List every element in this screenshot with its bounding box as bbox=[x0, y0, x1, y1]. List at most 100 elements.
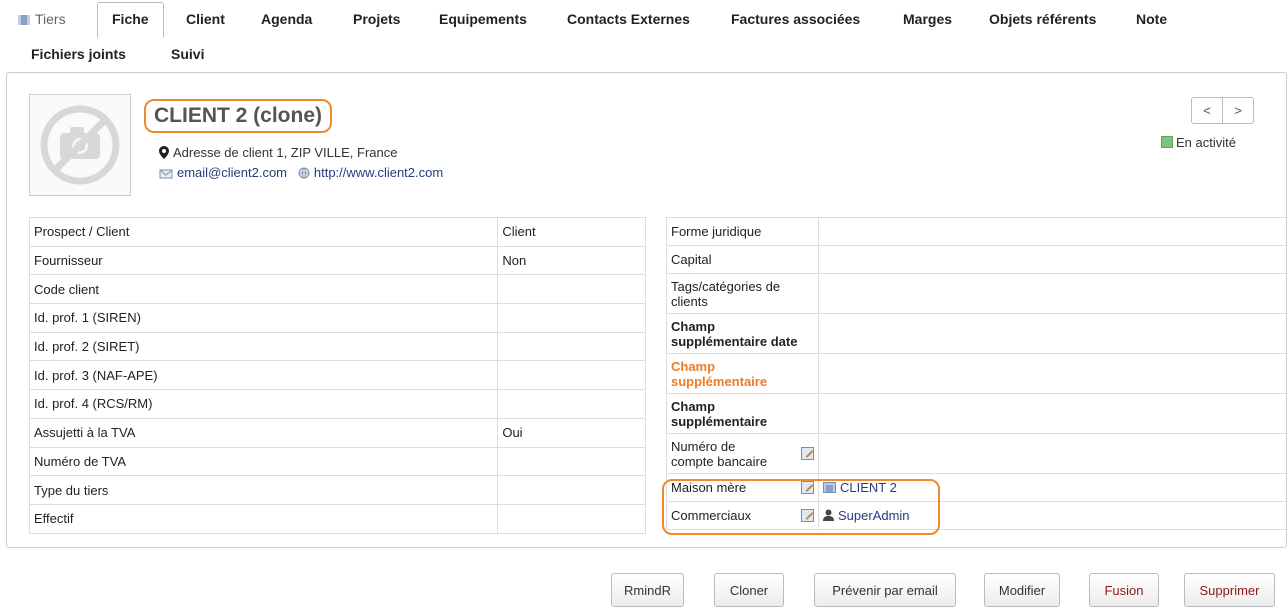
right-fields-table: Forme juridique Capital Tags/catégories … bbox=[666, 217, 1287, 530]
sales-rep-link[interactable]: SuperAdmin bbox=[838, 508, 910, 523]
field-value bbox=[497, 503, 646, 534]
field-label: Prospect / Client bbox=[28, 217, 499, 247]
email-link[interactable]: email@client2.com bbox=[177, 165, 287, 180]
contact-line: email@client2.com http://www.client2.com bbox=[159, 165, 443, 181]
company-photo[interactable] bbox=[29, 94, 131, 196]
table-row: Champ supplémentaire bbox=[666, 353, 1287, 394]
website-link[interactable]: http://www.client2.com bbox=[314, 165, 443, 180]
table-row: Capital bbox=[666, 245, 1287, 274]
field-value: CLIENT 2 bbox=[818, 473, 1287, 502]
field-label: Effectif bbox=[28, 503, 499, 534]
status-active-icon bbox=[1161, 136, 1173, 148]
company-icon bbox=[823, 481, 836, 496]
table-row: Effectif bbox=[28, 503, 646, 534]
table-row: Id. prof. 2 (SIRET) bbox=[28, 331, 646, 362]
tab-marges[interactable]: Marges bbox=[903, 11, 952, 27]
field-label: Champ supplémentaire bbox=[666, 353, 819, 394]
field-label: Id. prof. 4 (RCS/RM) bbox=[28, 389, 499, 419]
edit-icon[interactable] bbox=[801, 509, 814, 522]
action-bar: RmindR Cloner Prévenir par email Modifie… bbox=[0, 573, 1287, 608]
tab-factures-associees[interactable]: Factures associées bbox=[731, 11, 860, 27]
table-row: Fournisseur Non bbox=[28, 245, 646, 276]
no-photo-icon bbox=[40, 105, 120, 185]
table-row: Prospect / Client Client bbox=[28, 217, 646, 247]
map-pin-icon bbox=[159, 146, 169, 159]
table-row: Id. prof. 3 (NAF-APE) bbox=[28, 360, 646, 391]
table-row: Tags/catégories de clients bbox=[666, 273, 1287, 314]
tab-client[interactable]: Client bbox=[186, 11, 225, 27]
email-icon bbox=[159, 169, 173, 179]
field-value bbox=[818, 313, 1287, 354]
table-row: Id. prof. 1 (SIREN) bbox=[28, 303, 646, 333]
table-row: Id. prof. 4 (RCS/RM) bbox=[28, 389, 646, 419]
field-label: Forme juridique bbox=[666, 217, 819, 246]
field-label: Id. prof. 3 (NAF-APE) bbox=[28, 360, 499, 391]
field-value bbox=[497, 446, 646, 477]
tab-projets[interactable]: Projets bbox=[353, 11, 400, 27]
tab-tiers[interactable]: Tiers bbox=[18, 11, 66, 27]
tab-fichiers-joints[interactable]: Fichiers joints bbox=[31, 46, 126, 62]
field-value bbox=[497, 389, 646, 419]
field-label: Id. prof. 2 (SIRET) bbox=[28, 331, 499, 362]
field-label: Commerciaux bbox=[666, 501, 819, 530]
left-fields-table: Prospect / Client Client Fournisseur Non Cod… bbox=[28, 217, 646, 534]
field-value bbox=[818, 353, 1287, 394]
field-value bbox=[497, 274, 646, 305]
rmindr-button[interactable]: RmindR bbox=[611, 573, 684, 607]
next-record-button[interactable]: > bbox=[1223, 97, 1254, 124]
field-label: Numéro de TVA bbox=[28, 446, 499, 477]
table-row: Code client bbox=[28, 274, 646, 305]
table-row: Type du tiers bbox=[28, 475, 646, 505]
table-row: Numéro de compte bancaire bbox=[666, 433, 1287, 474]
field-label: Id. prof. 1 (SIREN) bbox=[28, 303, 499, 333]
field-label: Champ supplémentaire bbox=[666, 393, 819, 434]
tab-equipements[interactable]: Equipements bbox=[439, 11, 527, 27]
table-row: Champ supplémentaire bbox=[666, 393, 1287, 434]
tab-agenda[interactable]: Agenda bbox=[261, 11, 312, 27]
field-value bbox=[818, 273, 1287, 314]
tab-objets-referents[interactable]: Objets référents bbox=[989, 11, 1096, 27]
globe-icon bbox=[298, 167, 310, 179]
field-value bbox=[818, 217, 1287, 246]
clone-button[interactable]: Cloner bbox=[714, 573, 784, 607]
field-value bbox=[818, 433, 1287, 474]
record-navigation: < > bbox=[1191, 97, 1254, 124]
merge-button[interactable]: Fusion bbox=[1089, 573, 1159, 607]
table-row: Forme juridique bbox=[666, 217, 1287, 246]
field-value bbox=[818, 393, 1287, 434]
field-label: Champ supplémentaire date bbox=[666, 313, 819, 354]
field-label: Capital bbox=[666, 245, 819, 274]
company-icon bbox=[18, 15, 30, 25]
field-label: Assujetti à la TVA bbox=[28, 417, 499, 448]
tab-bar: Tiers Fiche Client Agenda Projets Equipe… bbox=[0, 0, 1287, 70]
tab-fiche[interactable]: Fiche bbox=[97, 2, 164, 38]
field-label: Code client bbox=[28, 274, 499, 305]
notify-email-button[interactable]: Prévenir par email bbox=[814, 573, 956, 607]
field-value bbox=[497, 475, 646, 505]
table-row: Commerciaux SuperAdmin bbox=[666, 501, 1287, 530]
table-row: Numéro de TVA bbox=[28, 446, 646, 477]
company-name: CLIENT 2 (clone) bbox=[144, 99, 333, 133]
tab-suivi[interactable]: Suivi bbox=[171, 46, 204, 62]
parent-company-link[interactable]: CLIENT 2 bbox=[840, 480, 897, 495]
edit-icon[interactable] bbox=[801, 481, 814, 494]
field-value: SuperAdmin bbox=[818, 501, 1287, 530]
table-row: Assujetti à la TVA Oui bbox=[28, 417, 646, 448]
field-value bbox=[497, 360, 646, 391]
field-label: Tags/catégories de clients bbox=[666, 273, 819, 314]
edit-icon[interactable] bbox=[801, 447, 814, 460]
field-label: Maison mère bbox=[666, 473, 819, 502]
previous-record-button[interactable]: < bbox=[1191, 97, 1223, 124]
modify-button[interactable]: Modifier bbox=[984, 573, 1060, 607]
field-value bbox=[497, 303, 646, 333]
table-row: Maison mère CLIENT 2 bbox=[666, 473, 1287, 502]
company-address: Adresse de client 1, ZIP VILLE, France bbox=[159, 145, 398, 161]
tab-contacts-externes[interactable]: Contacts Externes bbox=[567, 11, 690, 27]
delete-button[interactable]: Supprimer bbox=[1184, 573, 1275, 607]
field-value: Oui bbox=[497, 417, 646, 448]
field-label: Fournisseur bbox=[28, 245, 499, 276]
field-value bbox=[818, 245, 1287, 274]
tab-note[interactable]: Note bbox=[1136, 11, 1167, 27]
field-value bbox=[497, 331, 646, 362]
field-label: Type du tiers bbox=[28, 475, 499, 505]
